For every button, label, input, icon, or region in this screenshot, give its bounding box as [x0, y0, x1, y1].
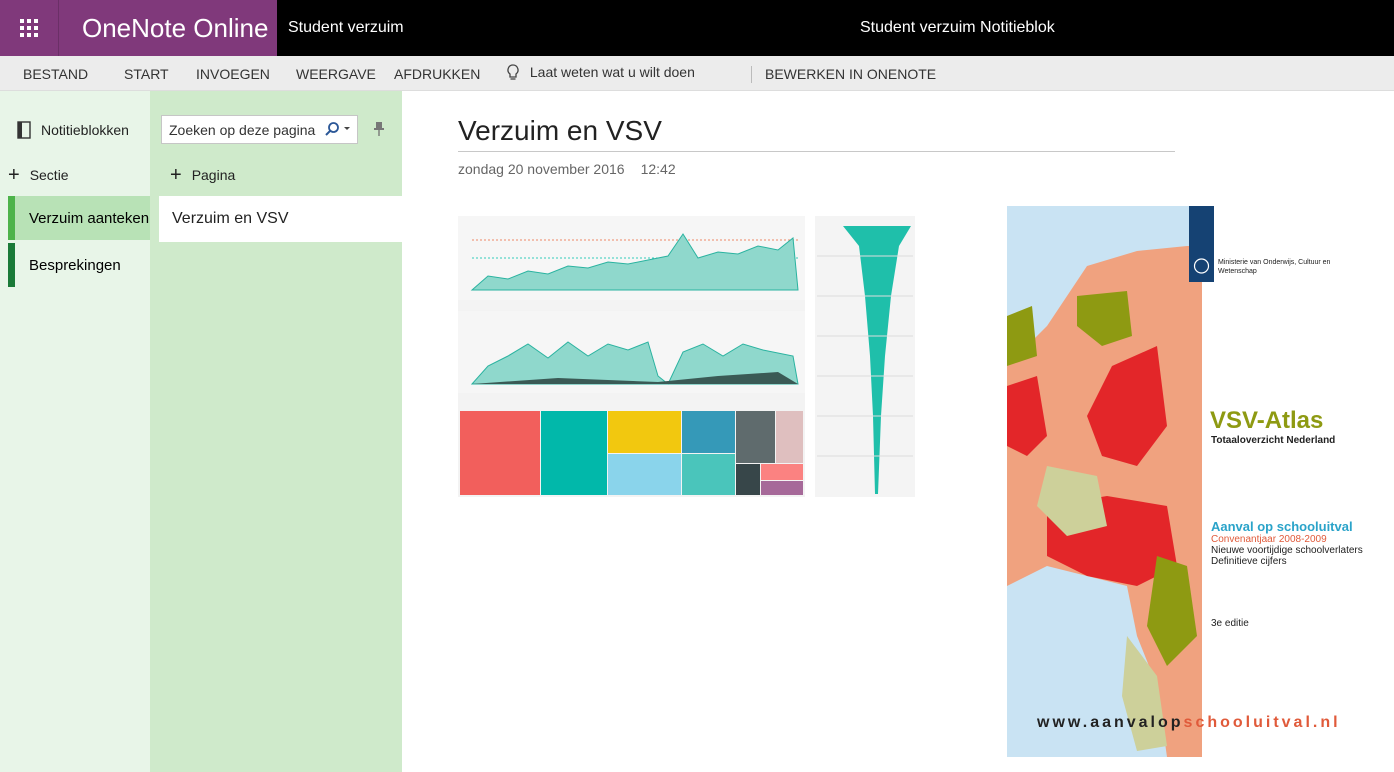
top-bar: OneNote Online Student verzuim Student v… — [0, 0, 1394, 56]
page-date: zondag 20 november 2016 — [458, 161, 625, 177]
page-time: 12:42 — [640, 161, 676, 177]
tab-weergave[interactable]: WEERGAVE — [296, 66, 376, 82]
cover-edition: 3e editie — [1211, 618, 1249, 629]
cover-period: Convenantjaar 2008-2009 — [1211, 534, 1327, 545]
tab-invoegen[interactable]: INVOEGEN — [196, 66, 270, 82]
tell-me-label: Laat weten wat u wilt doen — [529, 64, 695, 80]
cover-url-part1: www.aanvalop — [1037, 714, 1184, 731]
ribbon: BESTAND START INVOEGEN WEERGAVE AFDRUKKE… — [0, 56, 1394, 91]
plus-icon: + — [8, 164, 20, 186]
section-verzuim-aanteken[interactable]: Verzuim aanteken — [8, 196, 150, 240]
section-label: Verzuim aanteken — [29, 209, 150, 227]
dashboard-image[interactable] — [458, 216, 805, 497]
tell-me-button[interactable]: Laat weten wat u wilt doen — [506, 64, 695, 82]
dashboard-picture — [458, 216, 805, 495]
cover-line2: Definitieve cijfers — [1211, 556, 1287, 567]
search-input[interactable]: Zoeken op deze pagina — [161, 115, 358, 144]
page-item-verzuim-en-vsv[interactable]: Verzuim en VSV — [159, 196, 402, 242]
add-page-label: Pagina — [191, 167, 236, 183]
cover-line1: Nieuwe voortijdige schoolverlaters — [1211, 545, 1363, 556]
app-launcher-button[interactable] — [0, 0, 58, 56]
cover-url: www.aanvalopschooluitval.nl — [1037, 714, 1341, 732]
page-title[interactable]: Verzuim en VSV — [458, 115, 662, 147]
section-label: Besprekingen — [29, 256, 121, 274]
cover-campaign: Aanval op schooluitval — [1211, 519, 1353, 534]
section-color-bar — [8, 243, 15, 287]
plus-icon: + — [170, 164, 182, 186]
page-list-pane: Zoeken op deze pagina + Pagina Verzuim e… — [150, 91, 402, 772]
search-icon[interactable] — [324, 121, 340, 137]
notebook-icon — [17, 121, 31, 139]
cover-title: VSV-Atlas — [1210, 407, 1324, 434]
edit-in-onenote-button[interactable]: BEWERKEN IN ONENOTE — [765, 66, 936, 82]
tab-afdrukken[interactable]: AFDRUKKEN — [394, 66, 480, 82]
ministry-logo-icon — [1189, 206, 1214, 282]
section-color-bar — [8, 196, 15, 240]
notebook-breadcrumb[interactable]: Student verzuim — [288, 19, 404, 37]
netherlands-map — [1007, 206, 1202, 757]
pin-icon[interactable] — [372, 121, 386, 137]
cover-url-part2: schooluitval.nl — [1183, 714, 1341, 731]
ranking-image[interactable] — [815, 216, 915, 497]
tab-bestand[interactable]: BESTAND — [23, 66, 88, 82]
ministry-name: Ministerie van Onderwijs, Cultuur en Wet… — [1218, 259, 1331, 275]
page-date-time: zondag 20 november 2016 12:42 — [458, 161, 676, 177]
section-nav: Notitieblokken + Sectie Verzuim aanteken… — [0, 91, 150, 772]
lightbulb-icon — [507, 64, 519, 80]
ribbon-separator — [751, 66, 752, 83]
app-brand[interactable]: OneNote Online — [58, 0, 277, 56]
add-section-label: Sectie — [29, 167, 69, 183]
title-divider — [458, 151, 1175, 152]
section-besprekingen[interactable]: Besprekingen — [8, 243, 150, 287]
search-placeholder: Zoeken op deze pagina — [169, 121, 316, 138]
ranking-picture — [815, 216, 915, 497]
add-section-button[interactable]: + Sectie — [8, 164, 69, 186]
tab-start[interactable]: START — [124, 66, 169, 82]
vsv-atlas-cover-image[interactable]: Ministerie van Onderwijs, Cultuur en Wet… — [1007, 206, 1394, 757]
cover-subtitle: Totaaloverzicht Nederland — [1211, 435, 1336, 446]
waffle-icon — [20, 19, 38, 37]
chevron-down-icon[interactable] — [343, 126, 351, 132]
notebooks-label: Notitieblokken — [41, 122, 129, 138]
notebooks-button[interactable]: Notitieblokken — [15, 121, 129, 139]
notebook-title: Student verzuim Notitieblok — [860, 19, 1055, 36]
add-page-button[interactable]: + Pagina — [170, 164, 236, 186]
